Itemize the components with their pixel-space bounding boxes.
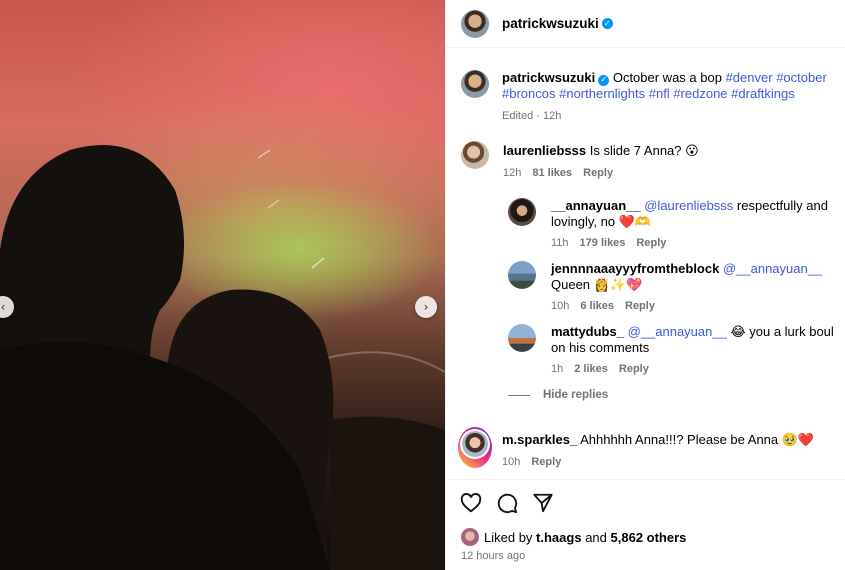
and-label: and — [585, 529, 607, 545]
liker-username[interactable]: t.haags — [536, 530, 582, 545]
author-username[interactable]: patrickwsuzuki — [502, 16, 599, 31]
mention-link[interactable]: @__annayuan__ — [628, 324, 727, 339]
hashtag-link[interactable]: #october — [776, 70, 827, 85]
couple-silhouette — [0, 145, 445, 570]
commenter-username[interactable]: laurenliebsss — [503, 143, 586, 158]
commenter-username[interactable]: jennnnaaayyyfromtheblock — [551, 261, 719, 276]
heart-icon[interactable] — [460, 492, 482, 514]
hashtag-link[interactable]: #nfl — [649, 86, 670, 101]
commenter-avatar[interactable] — [508, 324, 536, 352]
divider — [508, 394, 530, 396]
comment-likes[interactable]: 2 likes — [574, 363, 608, 375]
commenter-username[interactable]: mattydubs_ — [551, 324, 624, 339]
likes-summary[interactable]: Liked by t.haags and 5,862 others — [461, 528, 686, 546]
comment-likes[interactable]: 81 likes — [532, 167, 572, 179]
comment-text: Ahhhhhh Anna!!!? Please be Anna 🥹❤️ — [580, 432, 815, 447]
comment-reply: __annayuan__ @laurenliebsss respectfully… — [508, 198, 838, 249]
comment-likes[interactable]: 6 likes — [580, 300, 614, 312]
commenter-username[interactable]: __annayuan__ — [551, 198, 641, 213]
comment-text: Is slide 7 Anna? 😮 — [589, 143, 699, 158]
others-count[interactable]: 5,862 others — [611, 530, 687, 545]
post-header: patrickwsuzuki ✓ — [446, 0, 845, 48]
verified-icon: ✓ — [598, 74, 610, 86]
mention-link[interactable]: @__annayuan__ — [723, 261, 822, 276]
hashtag-link[interactable]: #northernlights — [559, 86, 645, 101]
commenter-avatar[interactable] — [461, 141, 489, 169]
comment-time[interactable]: 1h — [551, 363, 563, 375]
liked-by-label: Liked by — [484, 529, 533, 545]
comment-reply: mattydubs_ @__annayuan__ 😂 you a lurk bo… — [508, 324, 838, 375]
caption-text: October was a bop — [612, 70, 722, 85]
chevron-right-icon[interactable]: › — [415, 296, 437, 318]
comment-reply: jennnnaaayyyfromtheblock @__annayuan__ Q… — [508, 261, 838, 312]
author-avatar[interactable] — [461, 70, 489, 98]
hide-replies-label: Hide replies — [543, 389, 609, 401]
post-sidebar: patrickwsuzuki ✓ patrickwsuzuki ✓ October… — [445, 0, 845, 570]
reply-button[interactable]: Reply — [625, 300, 655, 312]
hashtag-link[interactable]: #broncos — [502, 86, 555, 101]
comment: m.sparkles_ Ahhhhhh Anna!!!? Please be A… — [458, 427, 838, 468]
author-avatar[interactable] — [461, 9, 489, 38]
commenter-avatar[interactable] — [462, 431, 488, 457]
comment-icon[interactable] — [496, 492, 518, 514]
commenter-username[interactable]: m.sparkles_ — [502, 432, 577, 447]
comment-time[interactable]: 11h — [551, 237, 569, 249]
comment: laurenliebsss Is slide 7 Anna? 😮 12h 81 … — [461, 141, 841, 179]
reply-button[interactable]: Reply — [619, 363, 649, 375]
caption-username[interactable]: patrickwsuzuki — [502, 70, 595, 85]
hashtag-link[interactable]: #draftkings — [731, 86, 795, 101]
caption: patrickwsuzuki ✓ October was a bop #denve… — [461, 70, 841, 122]
commenter-avatar[interactable] — [508, 261, 536, 289]
commenter-avatar[interactable] — [508, 198, 536, 226]
reply-button[interactable]: Reply — [583, 167, 613, 179]
comment-text: Queen 👸✨💖 — [551, 277, 643, 292]
liker-avatar — [461, 528, 479, 546]
post-actions: Liked by t.haags and 5,862 others 12 hou… — [446, 479, 845, 570]
hide-replies-button[interactable]: Hide replies — [508, 389, 608, 401]
comment-time[interactable]: 10h — [502, 456, 520, 468]
comment-time[interactable]: 10h — [551, 300, 569, 312]
edited-label: Edited · 12h — [502, 110, 562, 122]
reply-button[interactable]: Reply — [636, 237, 666, 249]
hashtag-link[interactable]: #redzone — [673, 86, 727, 101]
post-photo[interactable]: ‹ › — [0, 0, 445, 570]
story-ring[interactable] — [458, 427, 492, 468]
mention-link[interactable]: @laurenliebsss — [644, 198, 733, 213]
instagram-post-window: ‹ › patrickwsuzuki ✓ patrickwsuzuki ✓ Oct… — [0, 0, 845, 570]
verified-icon: ✓ — [601, 18, 613, 29]
share-icon[interactable] — [532, 492, 554, 514]
comment-likes[interactable]: 179 likes — [580, 237, 626, 249]
reply-button[interactable]: Reply — [531, 456, 561, 468]
hashtag-link[interactable]: #denver — [726, 70, 773, 85]
post-timestamp[interactable]: 12 hours ago — [461, 550, 525, 562]
comment-time[interactable]: 12h — [503, 167, 521, 179]
